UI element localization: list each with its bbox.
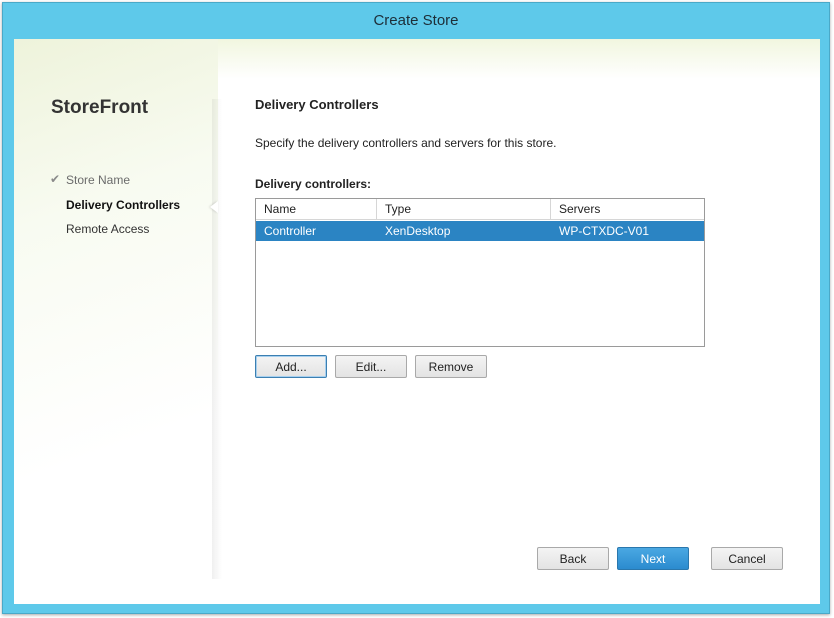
edit-button[interactable]: Edit... [335,355,407,378]
current-step-pointer [210,201,218,213]
cell-name: Controller [264,224,317,238]
page-description: Specify the delivery controllers and ser… [255,136,557,150]
header-gradient [218,39,820,79]
step-remote-access[interactable]: Remote Access [50,222,180,247]
step-label: Store Name [66,173,131,187]
wizard-client-area: StoreFront ✔ Store Name Delivery Control… [14,39,820,604]
back-button[interactable]: Back [537,547,609,570]
page-title: Delivery Controllers [255,97,379,112]
step-delivery-controllers[interactable]: Delivery Controllers [50,198,180,223]
column-header-name[interactable]: Name [256,199,377,219]
delivery-controllers-list[interactable]: Name Type Servers Controller XenDesktop … [255,198,705,347]
cell-servers: WP-CTXDC-V01 [559,224,650,238]
step-label: Remote Access [66,222,150,236]
sidebar-divider-shadow [212,99,222,579]
remove-button[interactable]: Remove [415,355,487,378]
cancel-button[interactable]: Cancel [711,547,783,570]
step-store-name[interactable]: ✔ Store Name [50,172,180,198]
window-title: Create Store [373,12,459,29]
column-header-servers[interactable]: Servers [551,199,704,219]
create-store-window: Create Store StoreFront ✔ Store Name Del… [2,2,830,614]
step-label: Delivery Controllers [66,197,181,212]
cell-type: XenDesktop [385,224,451,238]
check-icon: ✔ [50,172,61,186]
add-button[interactable]: Add... [255,355,327,378]
brand-title: StoreFront [51,97,149,118]
next-button[interactable]: Next [617,547,689,570]
controllers-list-label: Delivery controllers: [255,177,372,191]
table-row[interactable]: Controller XenDesktop WP-CTXDC-V01 [256,221,704,241]
wizard-sidebar: StoreFront ✔ Store Name Delivery Control… [14,39,218,604]
list-header: Name Type Servers [256,199,704,220]
column-header-type[interactable]: Type [377,199,551,219]
wizard-steps: ✔ Store Name Delivery Controllers Remote… [50,172,180,247]
